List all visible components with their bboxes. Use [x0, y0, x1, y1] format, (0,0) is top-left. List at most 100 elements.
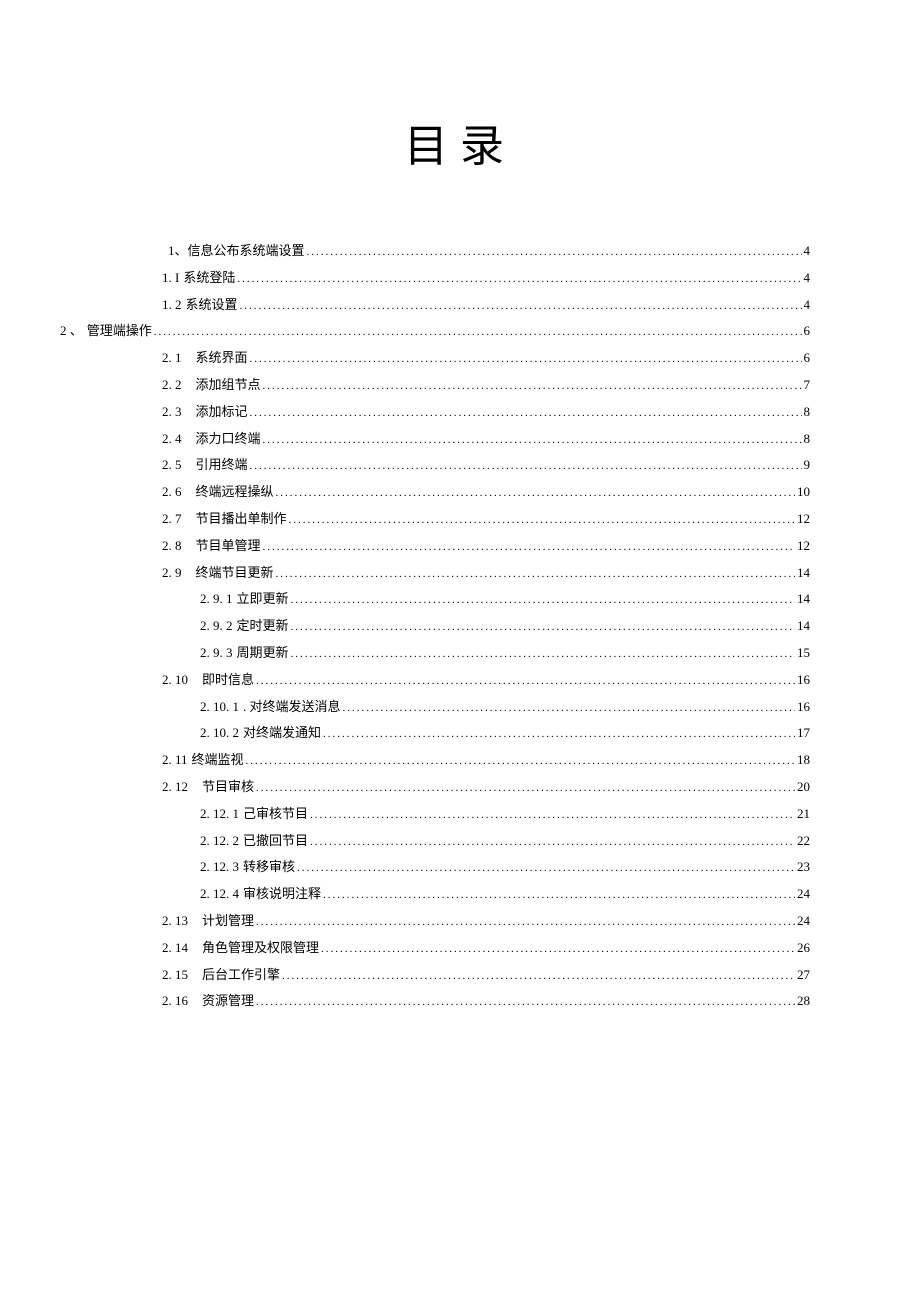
toc-leader-dots — [276, 569, 795, 580]
toc-text: 资源管理 — [202, 994, 254, 1007]
toc-page-number: 23 — [797, 860, 810, 873]
toc-page-number: 14 — [797, 619, 810, 632]
toc-number: 2. 7 — [162, 512, 182, 525]
toc-page-number: 4 — [804, 244, 811, 257]
toc-leader-dots — [250, 461, 802, 472]
toc-entry: 2. 3 添加标记 8 — [162, 405, 810, 419]
toc-text: 系统登陆 — [183, 271, 235, 284]
toc-text: 角色管理及权限管理 — [202, 941, 319, 954]
toc-page-number: 21 — [797, 807, 810, 820]
toc-leader-dots — [263, 542, 795, 553]
toc-leader-dots — [297, 863, 795, 874]
toc-page-number: 16 — [797, 673, 810, 686]
toc-leader-dots — [240, 301, 802, 312]
toc-page-number: 6 — [804, 324, 811, 337]
toc-text: 添力口终端 — [196, 432, 261, 445]
toc-entry: 2. 9终端节目更新14 — [162, 566, 810, 580]
toc-text: 系统设置 — [186, 298, 238, 311]
toc-entry: 1. I 系统登陆 4 — [162, 271, 810, 285]
toc-number: 2. 9. 1 — [200, 592, 233, 605]
toc-leader-dots — [310, 837, 795, 848]
toc-entry: 1、信息公布系统端设置4 — [168, 244, 810, 258]
toc-page-number: 24 — [797, 887, 810, 900]
toc-page-number: 14 — [797, 592, 810, 605]
toc-text: 计划管理 — [202, 914, 254, 927]
toc-entry: 2. 8节目单管理12 — [162, 539, 810, 553]
toc-text: 节目审核 — [202, 780, 254, 793]
toc-leader-dots — [291, 649, 795, 660]
toc-page-number: 7 — [804, 378, 811, 391]
toc-text: 管理端操作 — [87, 324, 152, 337]
toc-entry: 2. 7节目播出单制作12 — [162, 512, 810, 526]
toc-number: 2. 12. 3 — [200, 860, 239, 873]
toc-page-number: 8 — [804, 432, 811, 445]
toc-page-number: 6 — [804, 351, 811, 364]
toc-leader-dots — [154, 327, 802, 338]
toc-number: 2. 12. 1 — [200, 807, 239, 820]
toc-number: 2. 3 — [162, 405, 182, 418]
toc-text: 即时信息 — [202, 673, 254, 686]
toc-number: 2. 12 — [162, 780, 188, 793]
toc-text: 立即更新 — [237, 592, 289, 605]
toc-leader-dots — [343, 703, 795, 714]
toc-number: 1. 2 — [162, 298, 182, 311]
toc-page-number: 4 — [804, 271, 811, 284]
toc-leader-dots — [323, 729, 795, 740]
toc-number: 1. I — [162, 271, 179, 284]
toc-leader-dots — [256, 997, 795, 1008]
toc-entry: 2. 12 节目审核 20 — [162, 780, 810, 794]
toc-entry: 2. 1系统界面6 — [162, 351, 810, 365]
toc-number: 2. 15 — [162, 968, 188, 981]
toc-entry: 2. 12. 3转移审核23 — [200, 860, 810, 874]
toc-number: 2. 9. 2 — [200, 619, 233, 632]
toc-text: 终端远程操纵 — [196, 485, 274, 498]
document-title: 目录 — [0, 110, 920, 174]
toc-entry: 2. 2添加组节点7 — [162, 378, 810, 392]
toc-number: 2. 6 — [162, 485, 182, 498]
toc-page-number: 24 — [797, 914, 810, 927]
toc-text: 审核说明注释 — [243, 887, 321, 900]
toc-page-number: 4 — [804, 298, 811, 311]
toc-number: 2. 5 — [162, 458, 182, 471]
toc-number: 2. 10. 1 — [200, 700, 239, 713]
toc-leader-dots — [291, 595, 795, 606]
toc-leader-dots — [246, 756, 795, 767]
toc-entry: 2. 14角色管理及权限管理26 — [162, 941, 810, 955]
toc-page-number: 28 — [797, 994, 810, 1007]
toc-page-number: 8 — [804, 405, 811, 418]
toc-entry: 2. 9. 2 定时更新 14 — [200, 619, 810, 633]
toc-text: 信息公布系统端设置 — [188, 244, 305, 257]
toc-leader-dots — [250, 354, 802, 365]
toc-page-number: 10 — [797, 485, 810, 498]
toc-leader-dots — [263, 381, 802, 392]
toc-entry: 2 、管理端操作6 — [60, 324, 810, 338]
toc-leader-dots — [263, 435, 802, 446]
toc-entry: 2. 12. 1己审核节目21 — [200, 807, 810, 821]
toc-leader-dots — [276, 488, 795, 499]
toc-page-number: 20 — [797, 780, 810, 793]
toc-entry: 2. 15后台工作引擎27 — [162, 968, 810, 982]
toc-text: 定时更新 — [237, 619, 289, 632]
toc-entry: 2. 6 终端远程操纵 10 — [162, 485, 810, 499]
toc-page-number: 26 — [797, 941, 810, 954]
toc-entry: 2. 16 资源管理 28 — [162, 994, 810, 1008]
toc-text: 引用终端 — [196, 458, 248, 471]
toc-number: 2. 9. 3 — [200, 646, 233, 659]
toc-page-number: 17 — [797, 726, 810, 739]
toc-leader-dots — [256, 917, 795, 928]
toc-leader-dots — [289, 515, 795, 526]
toc-entry: 2. 5 引用终端 9 — [162, 458, 810, 472]
toc-page-number: 9 — [804, 458, 811, 471]
toc-number: 2. 16 — [162, 994, 188, 1007]
toc-leader-dots — [237, 274, 801, 285]
toc-leader-dots — [256, 783, 795, 794]
toc-entry: 2. 13计划管理24 — [162, 914, 810, 928]
toc-text: . 对终端发送消息 — [243, 700, 341, 713]
toc-page-number: 12 — [797, 512, 810, 525]
toc-text: 已撤回节目 — [243, 834, 308, 847]
toc-page-number: 12 — [797, 539, 810, 552]
toc-leader-dots — [321, 944, 795, 955]
toc-entry: 2. 12. 4审核说明注释24 — [200, 887, 810, 901]
toc-text: 添加标记 — [196, 405, 248, 418]
toc-page-number: 14 — [797, 566, 810, 579]
